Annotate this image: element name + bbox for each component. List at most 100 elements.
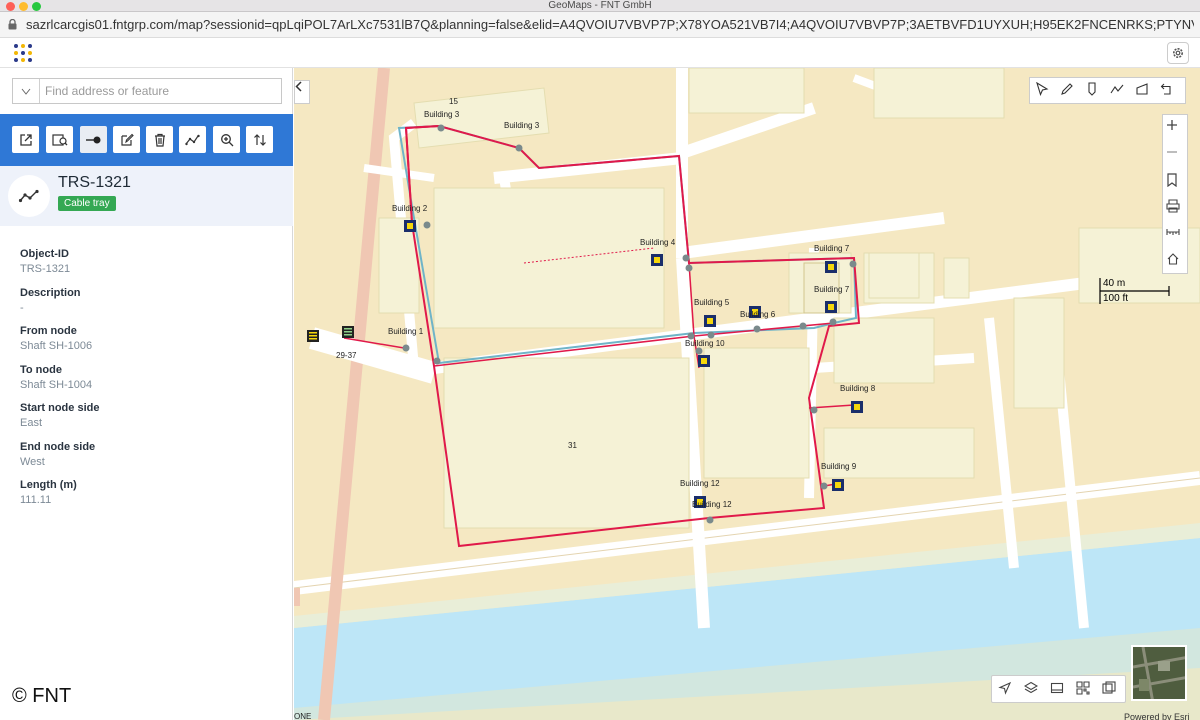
property-value: West (20, 455, 45, 468)
plus-icon (1167, 120, 1177, 130)
property-description: Description - (20, 287, 280, 326)
measure-button[interactable] (1166, 225, 1184, 243)
map-label-building: Building 2 (392, 204, 428, 213)
property-value: Shaft SH-1006 (20, 340, 93, 352)
search-input[interactable] (45, 82, 275, 100)
sort-button[interactable] (246, 126, 273, 153)
open-external-icon (19, 133, 32, 146)
basemap-gallery-button[interactable] (1102, 681, 1120, 699)
settings-gear-icon[interactable] (1167, 42, 1189, 64)
polygon-tool-button[interactable] (1135, 82, 1153, 100)
map-label-parcel: 29-37 (336, 351, 357, 360)
chevron-left-icon (295, 81, 302, 92)
map-label-building: Building 4 (640, 238, 676, 247)
object-type-badge: Cable tray (58, 196, 116, 211)
bookmark-button[interactable] (1166, 173, 1184, 191)
map-controls (1162, 114, 1188, 274)
edit-button[interactable] (113, 126, 140, 153)
property-value: East (20, 417, 43, 429)
draw-tool-button[interactable] (1060, 82, 1078, 100)
map-label-building: Building 7 (814, 244, 850, 253)
open-external-button[interactable] (12, 126, 39, 153)
property-object-id: Object-ID TRS-1321 (20, 248, 280, 287)
map-label-building: Building 12 (680, 479, 720, 488)
connect-button[interactable] (80, 126, 107, 153)
scale-bar: 40 m 100 ft (1099, 276, 1174, 306)
map-label-building: Building 3 (424, 110, 460, 119)
property-start-node-side: Start node side East (20, 402, 280, 441)
zoom-out-button[interactable] (1166, 146, 1184, 164)
property-value: Shaft SH-1004 (20, 378, 93, 391)
locate-button[interactable] (998, 681, 1016, 699)
lock-icon (8, 19, 17, 30)
home-icon (1167, 253, 1179, 265)
object-title: TRS-1321 (58, 174, 131, 191)
cursor-icon (1036, 82, 1049, 96)
property-label: End node side (20, 440, 96, 453)
window-title: GeoMaps - FNT GmbH (548, 0, 652, 11)
route-button[interactable] (179, 126, 206, 153)
layers-icon (1024, 681, 1038, 694)
home-button[interactable] (1166, 252, 1184, 270)
pencil-icon (1061, 83, 1073, 95)
property-to-node: To node Shaft SH-1004 (20, 364, 280, 403)
edit-icon (120, 133, 134, 146)
legend-icon (1050, 682, 1064, 694)
collapse-sidebar-button[interactable] (294, 80, 310, 104)
undo-button[interactable] (1160, 82, 1178, 100)
property-label: Object-ID (20, 248, 69, 260)
undo-icon (1160, 83, 1171, 95)
property-from-node: From node Shaft SH-1006 (20, 325, 280, 364)
url-text[interactable]: sazrlcarcgis01.fntgrp.com/map?sessionid=… (26, 17, 1194, 32)
point-tool-button[interactable] (1085, 82, 1103, 100)
zoom-in-button[interactable] (1166, 119, 1184, 137)
map-footer-left: ONE (294, 712, 312, 720)
details-icon (51, 133, 67, 146)
cable-tray-avatar (8, 175, 50, 217)
property-label: To node (20, 363, 62, 376)
marker-icon (1088, 82, 1096, 96)
route-icon (184, 134, 200, 145)
object-header: TRS-1321 Cable tray (0, 166, 293, 226)
search-source-dropdown[interactable] (13, 79, 40, 103)
address-bar[interactable]: sazrlcarcgis01.fntgrp.com/map?sessionid=… (0, 12, 1200, 38)
basemap-gallery-icon (1102, 681, 1116, 694)
connector-icon (85, 136, 100, 143)
layers-button[interactable] (1024, 681, 1042, 699)
property-length: Length (m) 111.11 (20, 479, 280, 518)
powered-by-attribution: Powered by Esri (1124, 712, 1190, 720)
printer-icon (1166, 199, 1180, 213)
scale-imperial: 100 ft (1103, 293, 1129, 304)
app-logo-icon[interactable] (14, 44, 32, 62)
minus-icon (1167, 151, 1177, 153)
property-label: Start node side (20, 402, 100, 414)
line-tool-button[interactable] (1110, 82, 1128, 100)
delete-button[interactable] (146, 126, 173, 153)
basemap-toggle-thumbnail[interactable] (1131, 645, 1187, 701)
basemap (294, 68, 1200, 720)
select-tool-button[interactable] (1035, 82, 1053, 100)
window-titlebar: GeoMaps - FNT GmbH (0, 0, 1200, 12)
qr-code-button[interactable] (1076, 681, 1094, 699)
details-button[interactable] (46, 126, 73, 153)
bookmark-icon (1167, 173, 1177, 187)
map-label-building: Building 12 (692, 500, 732, 509)
chevron-down-icon (21, 88, 31, 95)
search-box (12, 78, 282, 104)
satellite-thumbnail (1133, 647, 1185, 699)
map-canvas[interactable]: Building 3 Building 3 Building 2 Buildin… (294, 68, 1200, 720)
feature-sidebar: TRS-1321 Cable tray Object-ID TRS-1321 D… (0, 68, 293, 720)
print-button[interactable] (1166, 199, 1184, 217)
map-label-building: Building 6 (740, 310, 776, 319)
scale-metric: 40 m (1103, 278, 1126, 289)
app-header (0, 38, 1200, 68)
legend-button[interactable] (1050, 681, 1068, 699)
object-properties: Object-ID TRS-1321 Description - From no… (20, 248, 280, 518)
map-label-parcel: 15 (449, 97, 458, 106)
zoom-to-button[interactable] (213, 126, 240, 153)
sort-arrows-icon (253, 133, 266, 146)
property-label: Description (20, 286, 81, 299)
navigation-icon (998, 681, 1012, 695)
map-label-building: Building 7 (814, 285, 850, 294)
map-label-building: Building 3 (504, 121, 540, 130)
